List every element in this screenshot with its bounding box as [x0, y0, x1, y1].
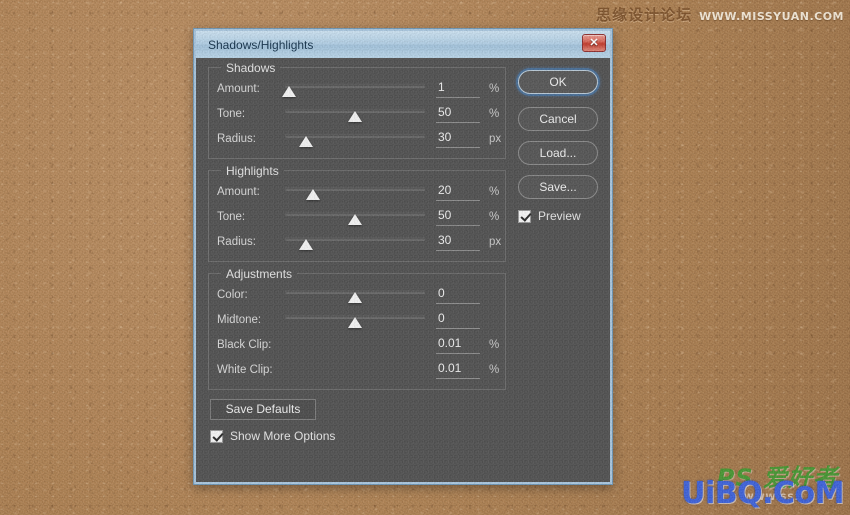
label-black-clip: Black Clip:: [217, 338, 272, 351]
row-shadows-radius: Radius: 30 px: [217, 128, 501, 149]
show-more-options-checkbox[interactable]: Show More Options: [210, 429, 506, 443]
ok-button[interactable]: OK: [518, 70, 598, 94]
save-defaults-button[interactable]: Save Defaults: [210, 399, 316, 420]
desktop-background: 思缘设计论坛 WWW.MISSYUAN.COM PS 爱好者 WWW.SS2 U…: [0, 0, 850, 515]
label-white-clip: White Clip:: [217, 363, 273, 376]
unit-white-clip: %: [489, 363, 500, 376]
spacer-white-clip: [285, 359, 425, 380]
watermark-top-right: 思缘设计论坛 WWW.MISSYUAN.COM: [596, 4, 844, 25]
unit-shadows-radius: px: [489, 132, 502, 145]
input-adjustments-color[interactable]: 0: [436, 286, 480, 304]
slider-thumb[interactable]: [348, 111, 362, 122]
label-highlights-tone: Tone:: [217, 210, 246, 223]
input-black-clip[interactable]: 0.01: [436, 336, 480, 354]
close-glyph: ✕: [589, 36, 599, 49]
group-adjustments: Adjustments Color: 0 Midtone: 0 Black Cl…: [208, 267, 506, 390]
unit-black-clip: %: [489, 338, 500, 351]
slider-thumb[interactable]: [348, 214, 362, 225]
input-shadows-amount[interactable]: 1: [436, 80, 480, 98]
spacer-black-clip: [285, 334, 425, 355]
slider-thumb[interactable]: [348, 292, 362, 303]
slider-highlights-tone[interactable]: [285, 206, 425, 227]
input-shadows-radius[interactable]: 30: [436, 130, 480, 148]
input-adjustments-midtone[interactable]: 0: [436, 311, 480, 329]
dialog-footer: Save Defaults Show More Options: [208, 399, 506, 443]
slider-track: [285, 84, 425, 88]
slider-shadows-radius[interactable]: [285, 128, 425, 149]
slider-thumb[interactable]: [299, 136, 313, 147]
row-adjustments-color: Color: 0: [217, 284, 497, 305]
cancel-button[interactable]: Cancel: [518, 107, 598, 131]
unit-shadows-tone: %: [489, 107, 500, 120]
row-adjustments-midtone: Midtone: 0: [217, 309, 497, 330]
checkbox-box[interactable]: [210, 429, 223, 443]
shadows-highlights-dialog: Shadows/Highlights ✕ Shadows Amount: 1 %…: [193, 28, 613, 485]
group-legend-adjustments: Adjustments: [221, 267, 298, 281]
watermark-chinese-text: 思缘设计论坛: [596, 6, 693, 24]
label-adjustments-color: Color:: [217, 288, 248, 301]
input-white-clip[interactable]: 0.01: [436, 361, 480, 379]
label-shadows-radius: Radius:: [217, 132, 256, 145]
show-more-options-label: Show More Options: [230, 429, 336, 443]
save-button[interactable]: Save...: [518, 175, 598, 199]
watermark-bottom-right: PS 爱好者 WWW.SS2 UiBQ.CoM: [666, 458, 846, 513]
input-shadows-tone[interactable]: 50: [436, 105, 480, 123]
group-shadows: Shadows Amount: 1 % Tone: 50 % Radius: 3…: [208, 61, 506, 159]
watermark-ps-text: PS 爱好者: [716, 464, 838, 492]
slider-adjustments-color[interactable]: [285, 284, 425, 305]
slider-thumb[interactable]: [306, 189, 320, 200]
dialog-title: Shadows/Highlights: [208, 37, 314, 52]
watermark-url-text: WWW.MISSYUAN.COM: [699, 10, 844, 23]
label-highlights-radius: Radius:: [217, 235, 256, 248]
label-adjustments-midtone: Midtone:: [217, 313, 262, 326]
slider-highlights-radius[interactable]: [285, 231, 425, 252]
unit-shadows-amount: %: [489, 82, 500, 95]
label-highlights-amount: Amount:: [217, 185, 260, 198]
unit-highlights-amount: %: [489, 185, 500, 198]
input-highlights-amount[interactable]: 20: [436, 183, 480, 201]
preview-checkbox[interactable]: Preview: [518, 209, 600, 223]
slider-thumb[interactable]: [282, 86, 297, 97]
dialog-body: Shadows Amount: 1 % Tone: 50 % Radius: 3…: [196, 58, 610, 482]
input-highlights-tone[interactable]: 50: [436, 208, 480, 226]
slider-highlights-amount[interactable]: [285, 181, 425, 202]
unit-highlights-radius: px: [489, 235, 502, 248]
load-button[interactable]: Load...: [518, 141, 598, 165]
unit-highlights-tone: %: [489, 210, 500, 223]
close-icon[interactable]: ✕: [582, 34, 606, 52]
group-legend-highlights: Highlights: [221, 164, 284, 178]
label-shadows-tone: Tone:: [217, 107, 246, 120]
controls-column: Shadows Amount: 1 % Tone: 50 % Radius: 3…: [208, 61, 506, 472]
slider-shadows-amount[interactable]: [282, 78, 425, 99]
row-highlights-radius: Radius: 30 px: [217, 231, 501, 252]
row-white-clip: White Clip: 0.01 %: [217, 359, 499, 380]
row-highlights-amount: Amount: 20 %: [217, 181, 499, 202]
input-highlights-radius[interactable]: 30: [436, 233, 480, 251]
watermark-sub-text: WWW.SS2: [743, 493, 802, 503]
slider-thumb[interactable]: [348, 317, 362, 328]
row-shadows-tone: Tone: 50 %: [217, 103, 499, 124]
row-black-clip: Black Clip: 0.01 %: [217, 334, 499, 355]
preview-label: Preview: [538, 209, 581, 223]
group-legend-shadows: Shadows: [221, 61, 281, 75]
group-highlights: Highlights Amount: 20 % Tone: 50 % Radiu…: [208, 164, 506, 262]
slider-thumb[interactable]: [299, 239, 313, 250]
row-shadows-amount: Amount: 1 %: [217, 78, 499, 99]
dialog-titlebar[interactable]: Shadows/Highlights ✕: [196, 31, 610, 58]
slider-adjustments-midtone[interactable]: [285, 309, 425, 330]
checkbox-box[interactable]: [518, 209, 531, 223]
slider-shadows-tone[interactable]: [285, 103, 425, 124]
row-highlights-tone: Tone: 50 %: [217, 206, 499, 227]
watermark-brand-text: UiBQ.CoM: [681, 476, 844, 511]
label-shadows-amount: Amount:: [217, 82, 260, 95]
button-column: OK Cancel Load... Save... Preview: [506, 67, 600, 472]
